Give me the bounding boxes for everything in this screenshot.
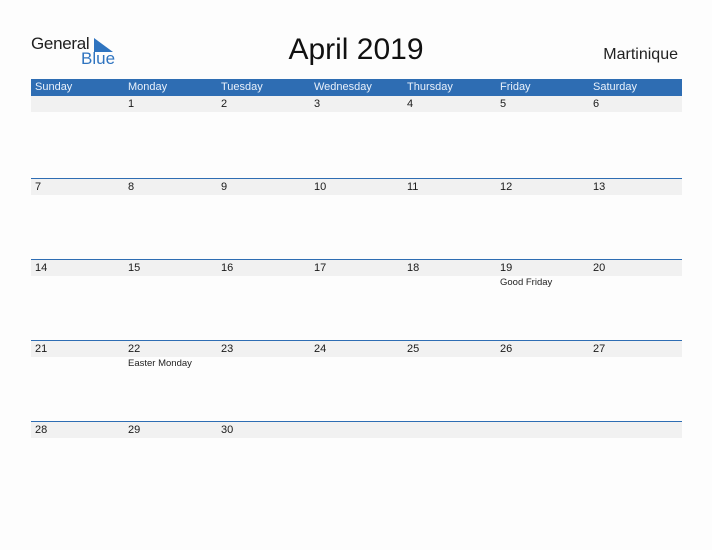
week-row: 7 8 9 10 11 12 13 bbox=[31, 178, 682, 259]
day-cell bbox=[31, 96, 124, 177]
day-number: 8 bbox=[128, 181, 135, 193]
day-cell: 17 bbox=[310, 259, 403, 340]
day-number: 7 bbox=[35, 181, 42, 193]
day-number: 17 bbox=[314, 262, 327, 274]
day-number: 14 bbox=[35, 262, 48, 274]
week-row: 21 22 Easter Monday 23 24 25 26 27 bbox=[31, 340, 682, 421]
day-number: 2 bbox=[221, 98, 228, 110]
day-cell: 18 bbox=[403, 259, 496, 340]
day-number: 24 bbox=[314, 343, 327, 355]
day-cell: 19 Good Friday bbox=[496, 259, 589, 340]
day-number: 22 bbox=[128, 343, 141, 355]
day-cell: 10 bbox=[310, 178, 403, 259]
day-number: 4 bbox=[407, 98, 414, 110]
day-cell: 5 bbox=[496, 96, 589, 177]
day-cell: 12 bbox=[496, 178, 589, 259]
day-number: 25 bbox=[407, 343, 420, 355]
day-cell: 4 bbox=[403, 96, 496, 177]
week-cells: 14 15 16 17 18 19 Good Friday 20 bbox=[31, 259, 682, 340]
weekday-monday: Monday bbox=[128, 81, 168, 93]
day-number: 5 bbox=[500, 98, 507, 110]
day-cell: 8 bbox=[124, 178, 217, 259]
day-number: 16 bbox=[221, 262, 234, 274]
day-cell: 6 bbox=[589, 96, 682, 177]
day-cell bbox=[589, 421, 682, 502]
day-number: 30 bbox=[221, 424, 234, 436]
week-row: 28 29 30 bbox=[31, 421, 682, 502]
week-row: 14 15 16 17 18 19 Good Friday 20 bbox=[31, 259, 682, 340]
day-cell: 13 bbox=[589, 178, 682, 259]
day-cell: 22 Easter Monday bbox=[124, 340, 217, 421]
day-cell bbox=[403, 421, 496, 502]
day-number: 13 bbox=[593, 181, 606, 193]
day-number: 29 bbox=[128, 424, 141, 436]
week-cells: 1 2 3 4 5 6 bbox=[31, 96, 682, 177]
day-number: 10 bbox=[314, 181, 327, 193]
week-row: 1 2 3 4 5 6 bbox=[31, 96, 682, 177]
day-number: 3 bbox=[314, 98, 321, 110]
day-cell: 14 bbox=[31, 259, 124, 340]
week-cells: 21 22 Easter Monday 23 24 25 26 27 bbox=[31, 340, 682, 421]
day-cell: 24 bbox=[310, 340, 403, 421]
day-number: 21 bbox=[35, 343, 48, 355]
day-cell: 1 bbox=[124, 96, 217, 177]
day-number: 18 bbox=[407, 262, 420, 274]
weekday-thursday: Thursday bbox=[407, 81, 453, 93]
day-cell: 20 bbox=[589, 259, 682, 340]
day-number: 23 bbox=[221, 343, 234, 355]
day-number: 20 bbox=[593, 262, 606, 274]
day-number: 19 bbox=[500, 262, 513, 274]
day-cell: 23 bbox=[217, 340, 310, 421]
weekday-tuesday: Tuesday bbox=[221, 81, 263, 93]
day-number: 27 bbox=[593, 343, 606, 355]
week-cells: 28 29 30 bbox=[31, 421, 682, 502]
day-cell: 29 bbox=[124, 421, 217, 502]
weekday-friday: Friday bbox=[500, 81, 531, 93]
day-cell: 21 bbox=[31, 340, 124, 421]
weekday-wednesday: Wednesday bbox=[314, 81, 372, 93]
day-cell: 27 bbox=[589, 340, 682, 421]
day-number: 28 bbox=[35, 424, 48, 436]
day-number: 9 bbox=[221, 181, 228, 193]
day-cell: 26 bbox=[496, 340, 589, 421]
day-number: 11 bbox=[407, 181, 419, 193]
day-number: 15 bbox=[128, 262, 141, 274]
day-cell: 25 bbox=[403, 340, 496, 421]
holiday-label: Easter Monday bbox=[128, 358, 192, 369]
weekday-sunday: Sunday bbox=[35, 81, 73, 93]
day-cell: 9 bbox=[217, 178, 310, 259]
weekday-saturday: Saturday bbox=[593, 81, 638, 93]
holiday-label: Good Friday bbox=[500, 277, 553, 288]
day-cell: 3 bbox=[310, 96, 403, 177]
day-cell: 30 bbox=[217, 421, 310, 502]
country-label: Martinique bbox=[603, 46, 678, 63]
day-cell: 28 bbox=[31, 421, 124, 502]
day-cell: 16 bbox=[217, 259, 310, 340]
weekday-header: Sunday Monday Tuesday Wednesday Thursday… bbox=[31, 79, 682, 96]
day-number: 6 bbox=[593, 98, 600, 110]
day-number: 1 bbox=[128, 98, 135, 110]
day-cell bbox=[496, 421, 589, 502]
day-cell: 11 bbox=[403, 178, 496, 259]
day-cell: 7 bbox=[31, 178, 124, 259]
day-cell: 15 bbox=[124, 259, 217, 340]
day-number: 26 bbox=[500, 343, 513, 355]
week-cells: 7 8 9 10 11 12 13 bbox=[31, 178, 682, 259]
day-number: 12 bbox=[500, 181, 513, 193]
day-cell: 2 bbox=[217, 96, 310, 177]
day-cell bbox=[310, 421, 403, 502]
